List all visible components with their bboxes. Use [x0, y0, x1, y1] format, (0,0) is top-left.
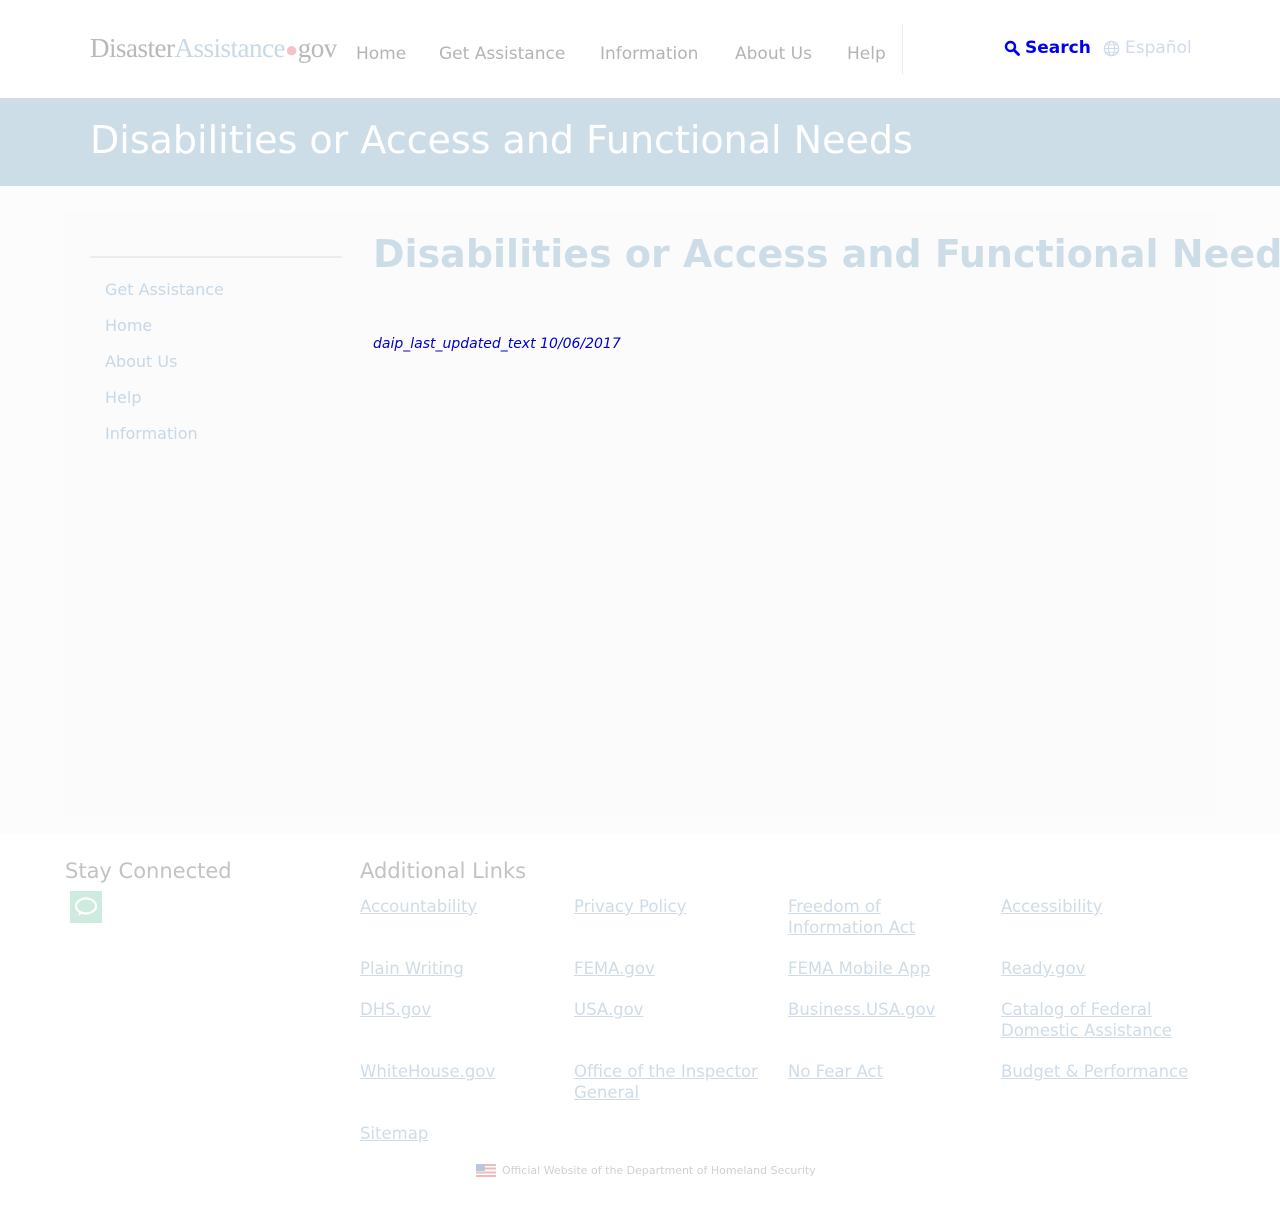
- footer-link-whitehouse[interactable]: WhiteHouse.gov: [360, 1061, 550, 1082]
- dhs-official-text: Official Website of the Department of Ho…: [502, 1164, 816, 1177]
- footer-link-fema-mobile-app[interactable]: FEMA Mobile App: [788, 958, 978, 979]
- logo-part-gov: gov: [297, 33, 338, 63]
- footer-link-accessibility[interactable]: Accessibility: [1001, 896, 1201, 917]
- nav-get-assistance[interactable]: Get Assistance: [439, 44, 565, 64]
- sidebar-divider: [90, 256, 342, 258]
- footer-link-fema[interactable]: FEMA.gov: [574, 958, 764, 979]
- page-banner: Disabilities or Access and Functional Ne…: [0, 98, 1280, 186]
- nav-help[interactable]: Help: [847, 44, 886, 64]
- last-updated-text: daip_last_updated_text 10/06/2017: [373, 336, 621, 352]
- logo-part-disaster: Disaster: [90, 33, 175, 63]
- nav-home[interactable]: Home: [356, 44, 406, 64]
- footer-link-plain-writing[interactable]: Plain Writing: [360, 958, 550, 979]
- nav-about-us[interactable]: About Us: [735, 44, 812, 64]
- additional-links-heading: Additional Links: [360, 859, 527, 883]
- footer-link-usa[interactable]: USA.gov: [574, 999, 764, 1020]
- us-flag-icon: [476, 1164, 496, 1177]
- language-label: Español: [1125, 38, 1192, 58]
- stay-connected-heading: Stay Connected: [65, 859, 232, 883]
- footer-link-dhs[interactable]: DHS.gov: [360, 999, 550, 1020]
- logo-part-assistance: Assistance: [174, 33, 285, 63]
- footer-link-foia[interactable]: Freedom of Information Act: [788, 896, 978, 938]
- content-card: [65, 212, 1215, 810]
- footer-link-no-fear-act[interactable]: No Fear Act: [788, 1061, 978, 1082]
- chat-icon[interactable]: [70, 891, 102, 923]
- logo-dot: ●: [284, 37, 298, 62]
- search-icon: [1004, 40, 1020, 56]
- search-link[interactable]: Search: [1004, 38, 1091, 58]
- nav-information[interactable]: Information: [600, 44, 698, 64]
- footer-link-business-usa[interactable]: Business.USA.gov: [788, 999, 978, 1020]
- dhs-official-line: Official Website of the Department of Ho…: [476, 1164, 816, 1177]
- footer-link-oig[interactable]: Office of the Inspector General: [574, 1061, 764, 1103]
- footer-link-privacy-policy[interactable]: Privacy Policy: [574, 896, 764, 917]
- search-label: Search: [1025, 38, 1091, 58]
- footer-link-sitemap[interactable]: Sitemap: [360, 1123, 550, 1144]
- footer-link-catalog[interactable]: Catalog of Federal Domestic Assistance: [1001, 999, 1201, 1041]
- footer-link-ready[interactable]: Ready.gov: [1001, 958, 1201, 979]
- globe-icon: [1103, 40, 1120, 56]
- footer-link-accountability[interactable]: Accountability: [360, 896, 550, 917]
- sidebar-item-about-us[interactable]: About Us: [105, 352, 177, 371]
- footer-link-budget[interactable]: Budget & Performance: [1001, 1061, 1201, 1082]
- sidebar-item-home[interactable]: Home: [105, 316, 152, 335]
- site-header: DisasterAssistance●gov Home Get Assistan…: [0, 0, 1280, 98]
- nav-divider: [902, 24, 903, 74]
- sidebar-item-information[interactable]: Information: [105, 424, 198, 443]
- sidebar-item-get-assistance[interactable]: Get Assistance: [105, 280, 224, 299]
- page-title: Disabilities or Access and Functional Ne…: [373, 232, 1280, 276]
- language-toggle[interactable]: Español: [1103, 38, 1192, 58]
- banner-title: Disabilities or Access and Functional Ne…: [90, 118, 913, 162]
- site-logo[interactable]: DisasterAssistance●gov: [90, 33, 337, 64]
- sidebar-item-help[interactable]: Help: [105, 388, 141, 407]
